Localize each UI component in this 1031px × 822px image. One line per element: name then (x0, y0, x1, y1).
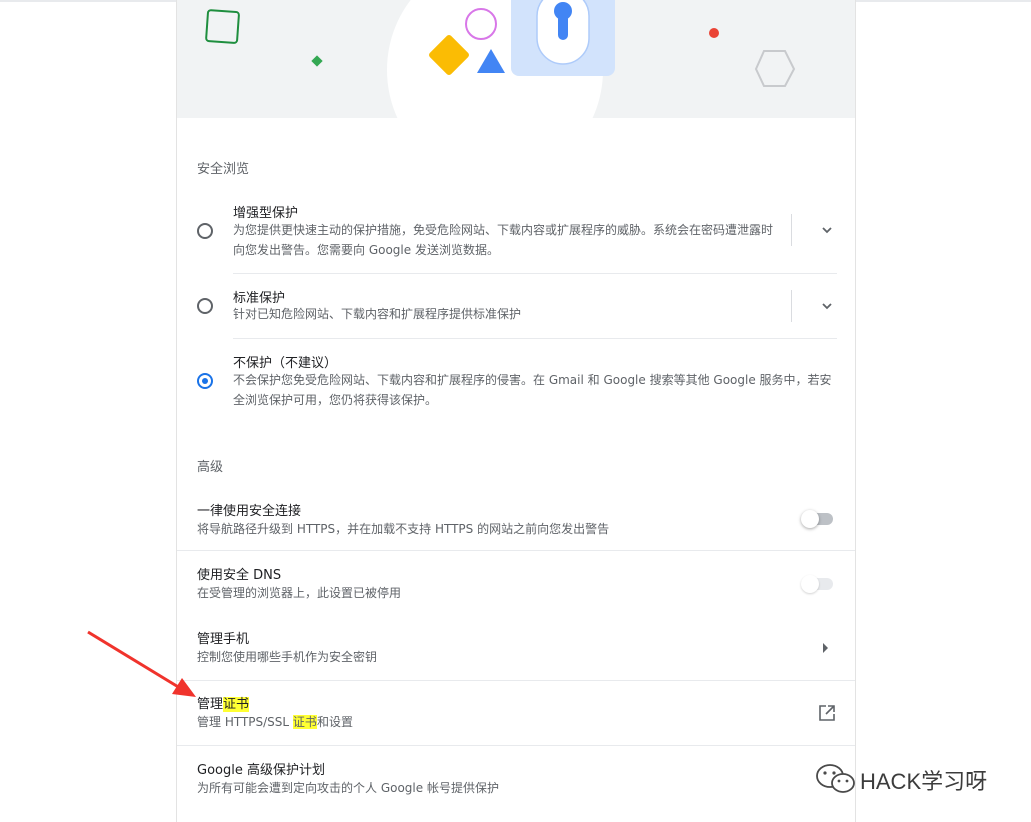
setting-title: Google 高级保护计划 (197, 763, 325, 778)
setting-description: 将导航路径升级到 HTTPS，并在加载不支持 HTTPS 的网站之前向您发出警告 (197, 522, 610, 536)
security-illustration (177, 0, 855, 118)
arrow-right-icon[interactable] (823, 643, 828, 653)
open-in-new-icon[interactable] (817, 703, 837, 723)
manage-certificates-row[interactable]: 管理证书 管理 HTTPS/SSL 证书和设置 (177, 681, 855, 745)
setting-title: 管理证书 (197, 693, 250, 712)
manage-phones-row[interactable]: 管理手机 控制您使用哪些手机作为安全密钥 (177, 616, 855, 680)
radio-option-standard[interactable]: 标准保护 针对已知危险网站、下载内容和扩展程序提供标准保护 (177, 274, 855, 338)
secure-dns-row[interactable]: 使用安全 DNS 在受管理的浏览器上，此设置已被停用 (177, 552, 855, 616)
option-description: 为您提供更快速主动的保护措施，免受危险网站、下载内容或扩展程序的威胁。系统会在密… (233, 223, 774, 257)
radio-option-no-protection[interactable]: 不保护（不建议） 不会保护您免受危险网站、下载内容和扩展程序的侵害。在 Gmai… (177, 339, 855, 417)
chevron-down-icon[interactable] (817, 296, 837, 316)
watermark: HACK学习呀 (814, 758, 1014, 798)
option-title: 不保护（不建议） (233, 356, 338, 371)
always-secure-toggle[interactable] (801, 510, 833, 528)
secure-dns-toggle[interactable] (801, 575, 833, 593)
option-title: 增强型保护 (233, 206, 299, 221)
setting-title: 使用安全 DNS (197, 568, 282, 583)
wechat-icon (816, 764, 855, 793)
divider (177, 550, 855, 551)
vertical-separator (791, 214, 792, 246)
setting-description: 控制您使用哪些手机作为安全密钥 (197, 650, 378, 664)
divider (177, 745, 855, 746)
settings-card: 安全浏览 增强型保护 为您提供更快速主动的保护措施，免受危险网站、下载内容或扩展… (176, 0, 856, 822)
highlighted-text: 证书 (292, 715, 317, 729)
always-secure-connection-row[interactable]: 一律使用安全连接 将导航路径升级到 HTTPS，并在加载不支持 HTTPS 的网… (177, 488, 855, 552)
option-description: 针对已知危险网站、下载内容和扩展程序提供标准保护 (233, 307, 522, 321)
desc-text: 和设置 (316, 715, 353, 729)
title-text: 管理 (197, 697, 224, 712)
setting-title: 管理手机 (197, 632, 250, 647)
safe-browsing-heading: 安全浏览 (197, 162, 250, 177)
setting-description: 为所有可能会遭到定向攻击的个人 Google 帐号提供保护 (197, 781, 499, 795)
setting-title: 一律使用安全连接 (197, 504, 302, 519)
vertical-separator (791, 290, 792, 322)
toggle-knob (801, 510, 819, 528)
setting-description: 管理 HTTPS/SSL 证书和设置 (197, 713, 353, 730)
option-description: 不会保护您免受危险网站、下载内容和扩展程序的侵害。在 Gmail 和 Googl… (233, 373, 832, 407)
toggle-knob (801, 575, 819, 593)
highlighted-text: 证书 (223, 697, 250, 712)
radio-button-no-protection[interactable] (197, 373, 213, 389)
illustration-art (205, 0, 796, 118)
chevron-down-icon[interactable] (817, 220, 837, 240)
advanced-protection-row[interactable]: Google 高级保护计划 为所有可能会遭到定向攻击的个人 Google 帐号提… (177, 747, 855, 811)
setting-description: 在受管理的浏览器上，此设置已被停用 (197, 586, 402, 600)
radio-button-standard[interactable] (197, 298, 213, 314)
watermark-text: HACK学习呀 (860, 769, 988, 794)
radio-button-enhanced[interactable] (197, 223, 213, 239)
advanced-heading: 高级 (197, 460, 224, 475)
radio-option-enhanced[interactable]: 增强型保护 为您提供更快速主动的保护措施，免受危险网站、下载内容或扩展程序的威胁… (177, 196, 855, 274)
desc-text: 管理 HTTPS/SSL (197, 715, 293, 729)
